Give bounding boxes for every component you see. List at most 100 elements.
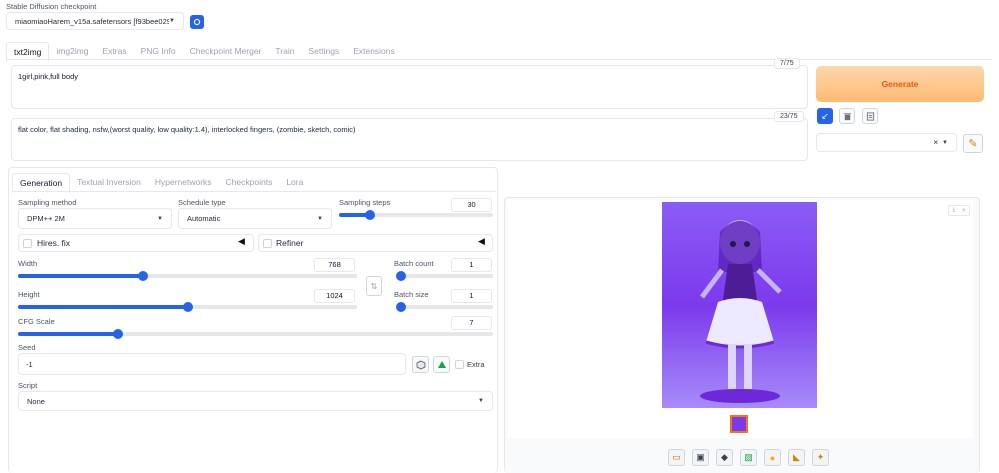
chevron-down-icon: ▼: [157, 215, 163, 222]
sampling-steps-label: Sampling steps: [339, 198, 391, 207]
batch-size-label: Batch size: [394, 290, 429, 299]
gallery-thumbnail[interactable]: [730, 415, 748, 433]
height-slider[interactable]: [18, 302, 357, 312]
generated-image-art: [662, 202, 817, 408]
seed-value: -1: [26, 360, 33, 369]
sampling-steps-number[interactable]: 30: [451, 198, 492, 212]
tab-generation[interactable]: Generation: [12, 173, 71, 193]
sub-tabs-divider: [12, 191, 496, 192]
slider-thumb[interactable]: [396, 302, 406, 312]
read-params-button[interactable]: ↙: [817, 108, 833, 124]
tab-textual-inversion[interactable]: Textual Inversion: [70, 173, 148, 193]
tab-checkpoints[interactable]: Checkpoints: [219, 173, 280, 193]
slider-thumb[interactable]: [182, 302, 193, 312]
send-to-extras-button[interactable]: ◣: [788, 449, 805, 466]
seed-label: Seed: [18, 343, 36, 352]
palette-icon: ●: [769, 452, 776, 463]
folder-icon: ▭: [672, 452, 681, 462]
chevron-down-icon: ▼: [478, 398, 484, 404]
tab-hypernetworks[interactable]: Hypernetworks: [148, 173, 219, 193]
image-icon: ▨: [744, 452, 753, 462]
extra-seed-label: Extra: [467, 360, 485, 369]
height-label: Height: [18, 290, 40, 299]
script-label: Script: [18, 381, 38, 390]
hires-fix-checkbox[interactable]: [23, 239, 32, 248]
refiner-label: Refiner: [276, 238, 304, 248]
cfg-scale-number[interactable]: 7: [451, 316, 492, 330]
sampling-method-select[interactable]: DPM++ 2M ▼: [18, 208, 172, 229]
download-icon[interactable]: ⤓: [952, 207, 955, 214]
send-to-img2img-button[interactable]: ▨: [740, 449, 757, 466]
clear-icon[interactable]: ×: [933, 138, 938, 147]
script-value: None: [27, 396, 45, 406]
swap-arrows-icon: ⇅: [370, 281, 378, 291]
generated-image[interactable]: [662, 202, 817, 408]
batch-count-label: Batch count: [394, 259, 434, 268]
batch-size-number[interactable]: 1: [451, 289, 492, 303]
width-number[interactable]: 768: [314, 258, 355, 272]
negative-prompt-input[interactable]: flat color, flat shading, nsfw,(worst qu…: [11, 118, 808, 161]
width-label: Width: [18, 259, 38, 268]
random-seed-button[interactable]: [412, 356, 429, 373]
archive-icon: ◆: [721, 452, 728, 462]
chevron-down-icon: ▼: [942, 139, 948, 146]
sampling-steps-slider[interactable]: [339, 210, 493, 220]
swap-dimensions-button[interactable]: ⇅: [366, 276, 382, 296]
refiner-checkbox[interactable]: [263, 239, 272, 248]
height-number[interactable]: 1024: [314, 289, 355, 303]
reuse-seed-button[interactable]: [433, 356, 450, 373]
checkpoint-label: Stable Diffusion checkpoint: [6, 2, 97, 11]
ruler-icon: ◣: [793, 452, 800, 462]
extra-seed-checkbox[interactable]: [455, 360, 464, 369]
sampling-method-value: DPM++ 2M: [27, 214, 65, 223]
negative-prompt-token-counter: 23/75: [774, 111, 804, 122]
generate-button[interactable]: Generate: [816, 66, 984, 102]
cfg-scale-label: CFG Scale: [18, 317, 55, 326]
gallery-controls: ⤓ ×: [948, 205, 970, 216]
script-select[interactable]: None ▼: [18, 391, 493, 411]
slider-thumb[interactable]: [112, 329, 123, 339]
clipboard-icon: [866, 111, 874, 121]
batch-count-number[interactable]: 1: [451, 258, 492, 272]
styles-select[interactable]: × ▼: [816, 133, 957, 152]
chevron-down-icon: ▼: [317, 215, 323, 222]
generate-info-button[interactable]: ✦: [812, 449, 829, 466]
schedule-type-label: Schedule type: [178, 198, 226, 207]
recycle-icon: [437, 360, 446, 368]
schedule-type-select[interactable]: Automatic ▼: [178, 208, 332, 229]
pencil-icon: ✎: [968, 138, 978, 150]
sub-tabs: Generation Textual Inversion Hypernetwor…: [12, 173, 310, 193]
send-to-inpaint-button[interactable]: ●: [764, 449, 781, 466]
checkpoint-value: miaomiaoHarem_v15a.safetensors [f93bee02…: [15, 16, 170, 26]
width-slider[interactable]: [18, 271, 357, 281]
seed-input[interactable]: -1: [18, 353, 406, 375]
negative-prompt-text: flat color, flat shading, nsfw,(worst qu…: [18, 125, 356, 134]
apply-style-button[interactable]: ✎: [963, 134, 983, 153]
prompt-text: 1girl,pink,full body: [18, 72, 79, 81]
prompt-token-counter: 7/75: [774, 58, 800, 69]
trash-button[interactable]: [839, 108, 855, 124]
collapse-left-icon[interactable]: ◀: [238, 236, 245, 247]
close-icon[interactable]: ×: [962, 208, 966, 214]
extra-networks-button[interactable]: [862, 108, 878, 124]
collapse-left-icon[interactable]: ◀: [478, 236, 485, 247]
sparkle-icon: ✦: [816, 452, 825, 462]
save-button[interactable]: ▣: [692, 449, 709, 466]
zip-button[interactable]: ◆: [716, 449, 733, 466]
batch-size-slider[interactable]: [396, 302, 493, 312]
trash-icon: [843, 112, 851, 120]
batch-count-slider[interactable]: [396, 271, 493, 281]
slider-thumb[interactable]: [396, 271, 406, 281]
chevron-down-icon: ▼: [169, 18, 175, 24]
refresh-checkpoint-button[interactable]: [190, 15, 204, 29]
open-folder-button[interactable]: ▭: [668, 449, 685, 466]
cfg-scale-slider[interactable]: [18, 329, 493, 339]
prompt-input[interactable]: 1girl,pink,full body: [11, 65, 808, 109]
checkpoint-select[interactable]: miaomiaoHarem_v15a.safetensors [f93bee02…: [6, 12, 184, 30]
slider-thumb[interactable]: [364, 210, 375, 220]
refresh-icon: [193, 18, 201, 26]
schedule-type-value: Automatic: [187, 214, 221, 223]
tabs-divider: [6, 59, 992, 60]
sampling-method-label: Sampling method: [18, 198, 77, 207]
tab-lora[interactable]: Lora: [279, 173, 310, 193]
